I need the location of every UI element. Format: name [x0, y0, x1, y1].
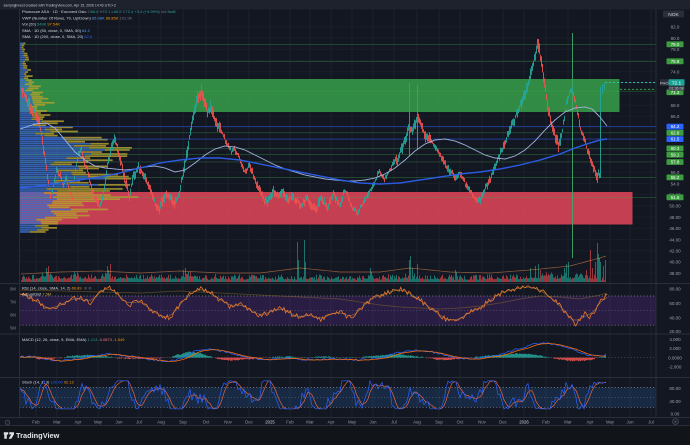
svg-text:Apr: Apr: [587, 419, 594, 424]
svg-text:»: »: [674, 420, 676, 424]
svg-text:40.00: 40.00: [669, 260, 681, 265]
svg-text:SMA · 1D (200, close, 0, SMA,: SMA · 1D (200, close, 0, SMA, 20) 62.6: [22, 34, 93, 39]
svg-text:Nov: Nov: [224, 419, 232, 424]
svg-text:01:36:08: 01:36:08: [669, 87, 683, 91]
svg-text:Sep: Sep: [435, 419, 443, 424]
svg-text:Stoch (14, 1, 3) 100.00 92.12: Stoch (14, 1, 3) 100.00 92.12: [22, 379, 75, 384]
svg-text:60.3: 60.3: [671, 146, 680, 151]
svg-text:samplqjinvest created with Tra: samplqjinvest created with TradingView.c…: [4, 4, 116, 8]
svg-text:78.0: 78.0: [671, 47, 680, 52]
svg-text:Jul: Jul: [648, 419, 654, 424]
svg-text:80.0: 80.0: [671, 36, 680, 41]
svg-text:SMA · 1D (50, close, 0, SMA, 5: SMA · 1D (50, close, 0, SMA, 50) 64.2: [22, 28, 91, 33]
svg-text:80.00: 80.00: [669, 286, 681, 291]
svg-text:50.00: 50.00: [669, 204, 681, 209]
svg-text:Sep: Sep: [179, 419, 187, 424]
svg-text:79.0: 79.0: [671, 42, 680, 47]
svg-text:48.00: 48.00: [669, 215, 681, 220]
svg-text:54.0: 54.0: [671, 181, 680, 186]
svg-text:57.8: 57.8: [671, 160, 680, 165]
svg-text:44.00: 44.00: [669, 237, 681, 242]
svg-text:Jul: Jul: [136, 419, 142, 424]
svg-text:82.0: 82.0: [671, 25, 680, 30]
svg-text:46.00: 46.00: [669, 226, 681, 231]
svg-text:May: May: [94, 419, 103, 424]
svg-text:Photocure ASA · 1D · Euronext: Photocure ASA · 1D · Euronext Oslo O68.6…: [22, 9, 176, 14]
svg-text:May: May: [606, 419, 615, 424]
svg-text:Nov: Nov: [478, 419, 486, 424]
svg-text:2025: 2025: [265, 419, 275, 424]
svg-text:6M: 6M: [10, 313, 16, 318]
svg-text:8M: 8M: [10, 287, 16, 292]
svg-text:TradingView: TradingView: [16, 431, 60, 440]
svg-text:68.0: 68.0: [671, 103, 680, 108]
svg-text:Feb: Feb: [542, 419, 550, 424]
svg-text:Jun: Jun: [116, 419, 124, 424]
svg-text:-2.000: -2.000: [669, 365, 682, 370]
svg-text:Aug: Aug: [157, 419, 165, 424]
svg-text:Jun: Jun: [627, 419, 635, 424]
svg-text:May: May: [348, 419, 357, 424]
svg-text:62.8: 62.8: [671, 130, 680, 135]
svg-text:Mar: Mar: [564, 419, 572, 424]
svg-text:75.9: 75.9: [671, 59, 680, 64]
svg-text:AccumDist 7.5M: AccumDist 7.5M: [22, 292, 51, 297]
svg-text:40.00: 40.00: [669, 399, 681, 404]
svg-text:Feb: Feb: [32, 419, 40, 424]
svg-text:4.000: 4.000: [669, 337, 681, 342]
svg-text:80.00: 80.00: [669, 386, 681, 391]
svg-text:40.00: 40.00: [669, 316, 681, 321]
svg-text:Jul: Jul: [391, 419, 397, 424]
svg-text:72.1: 72.1: [672, 80, 682, 86]
svg-text:Dec: Dec: [499, 419, 507, 424]
svg-text:NOK: NOK: [668, 12, 679, 18]
svg-text:60.00: 60.00: [669, 301, 681, 306]
svg-text:Vol (20) 549K 97.54K: Vol (20) 549K 97.54K: [22, 22, 60, 27]
svg-text:Apr: Apr: [75, 419, 82, 424]
svg-text:Jun: Jun: [370, 419, 378, 424]
svg-text:5M: 5M: [10, 326, 16, 331]
svg-text:61.5: 61.5: [671, 137, 680, 142]
svg-text:Mar: Mar: [53, 419, 61, 424]
svg-text:Aug: Aug: [413, 419, 421, 424]
svg-text:Oct: Oct: [203, 419, 210, 424]
svg-text:59.1: 59.1: [671, 152, 680, 157]
svg-text:MACD (12, 26, close, 9, EMA, E: MACD (12, 26, close, 9, EMA, EMA) 1.113 …: [22, 337, 125, 342]
svg-text:RSI (14, close, SMA, 14, 2) 66: RSI (14, close, SMA, 14, 2) 66.89 ⊘ ⊘: [22, 285, 92, 290]
svg-text:Feb: Feb: [286, 419, 294, 424]
svg-text:Oct: Oct: [457, 419, 464, 424]
svg-text:Apr: Apr: [328, 419, 335, 424]
svg-text:0.00: 0.00: [671, 412, 680, 417]
svg-text:0.0000: 0.0000: [668, 355, 682, 360]
svg-text:Dec: Dec: [245, 419, 253, 424]
svg-text:51.6: 51.6: [671, 195, 680, 200]
svg-text:2.000: 2.000: [669, 346, 681, 351]
svg-text:7M: 7M: [10, 300, 16, 305]
svg-text:42.00: 42.00: [669, 249, 681, 254]
svg-text:VWP (Number Of Rows, 70, Up/Do: VWP (Number Of Rows, 70, Up/Down) 65.06K…: [22, 15, 133, 20]
svg-text:74.0: 74.0: [671, 70, 680, 75]
svg-text:38.00: 38.00: [669, 271, 681, 276]
svg-text:2026: 2026: [519, 419, 529, 424]
svg-text:71.3: 71.3: [671, 90, 680, 95]
svg-text:66.0: 66.0: [671, 114, 680, 119]
svg-text:64.2: 64.2: [671, 124, 680, 129]
svg-text:55.2: 55.2: [671, 175, 680, 180]
svg-text:PHO: PHO: [660, 80, 669, 85]
svg-text:Mar: Mar: [306, 419, 314, 424]
svg-text:20.00: 20.00: [669, 329, 681, 334]
